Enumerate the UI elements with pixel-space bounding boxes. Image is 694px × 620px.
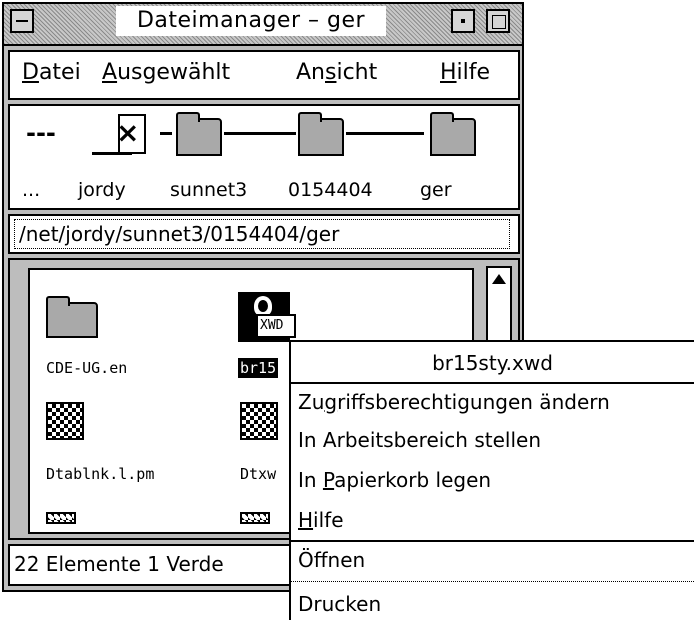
- pixmap-icon[interactable]: [46, 402, 84, 440]
- path-label: ger: [420, 179, 452, 201]
- path-label: ...: [22, 179, 41, 201]
- xwd-image-icon[interactable]: XWD: [238, 292, 296, 342]
- status-text: 22 Elemente 1 Verde: [14, 552, 224, 576]
- menu-datei[interactable]: Datei: [22, 58, 81, 88]
- path-connector: [346, 132, 424, 135]
- menu-item-move-to-trash[interactable]: In Papierkorb legen: [298, 466, 491, 494]
- minimize-button[interactable]: [451, 9, 475, 33]
- file-label-selected[interactable]: br15: [238, 358, 279, 378]
- path-connector: [160, 132, 172, 135]
- no-access-folder-icon[interactable]: ×: [92, 114, 158, 155]
- menu-item-open[interactable]: Öffnen: [298, 546, 365, 574]
- file-label[interactable]: Dtxw: [240, 464, 276, 484]
- pixmap-icon[interactable]: [240, 402, 278, 440]
- maximize-button[interactable]: [486, 9, 510, 33]
- path-label: 0154404: [288, 179, 373, 201]
- path-ellipsis[interactable]: ---: [26, 118, 56, 148]
- menu-item-help[interactable]: Hilfe: [298, 506, 344, 534]
- pixmap-icon[interactable]: [46, 512, 76, 524]
- menu-item-change-permissions[interactable]: Zugriffsberechtigungen ändern: [298, 388, 610, 416]
- file-label[interactable]: CDE-UG.en: [46, 358, 127, 378]
- menu-ausgewaehlt[interactable]: Ausgewählt: [102, 58, 230, 88]
- folder-icon[interactable]: [46, 296, 98, 338]
- pixmap-icon[interactable]: [240, 512, 270, 524]
- xwd-badge: XWD: [256, 314, 296, 338]
- folder-icon[interactable]: [298, 112, 344, 156]
- file-label[interactable]: Dtablnk.l.pm: [46, 464, 154, 484]
- window-title: Dateimanager – ger: [116, 6, 386, 36]
- scroll-up-arrow-icon[interactable]: [492, 274, 506, 284]
- menu-ansicht[interactable]: Ansicht: [296, 58, 377, 88]
- menu-hilfe[interactable]: Hilfe: [440, 58, 490, 88]
- folder-icon[interactable]: [176, 112, 222, 156]
- context-menu-title: br15sty.xwd: [291, 342, 694, 384]
- menu-item-put-in-workspace[interactable]: In Arbeitsbereich stellen: [298, 426, 541, 454]
- path-connector: [224, 132, 296, 135]
- path-label: jordy: [78, 179, 126, 201]
- menu-item-print[interactable]: Drucken: [298, 590, 381, 618]
- window-menu-button[interactable]: [10, 9, 34, 33]
- path-input[interactable]: /net/jordy/sunnet3/0154404/ger: [14, 219, 510, 249]
- folder-icon[interactable]: [430, 112, 476, 156]
- path-label: sunnet3: [170, 179, 248, 201]
